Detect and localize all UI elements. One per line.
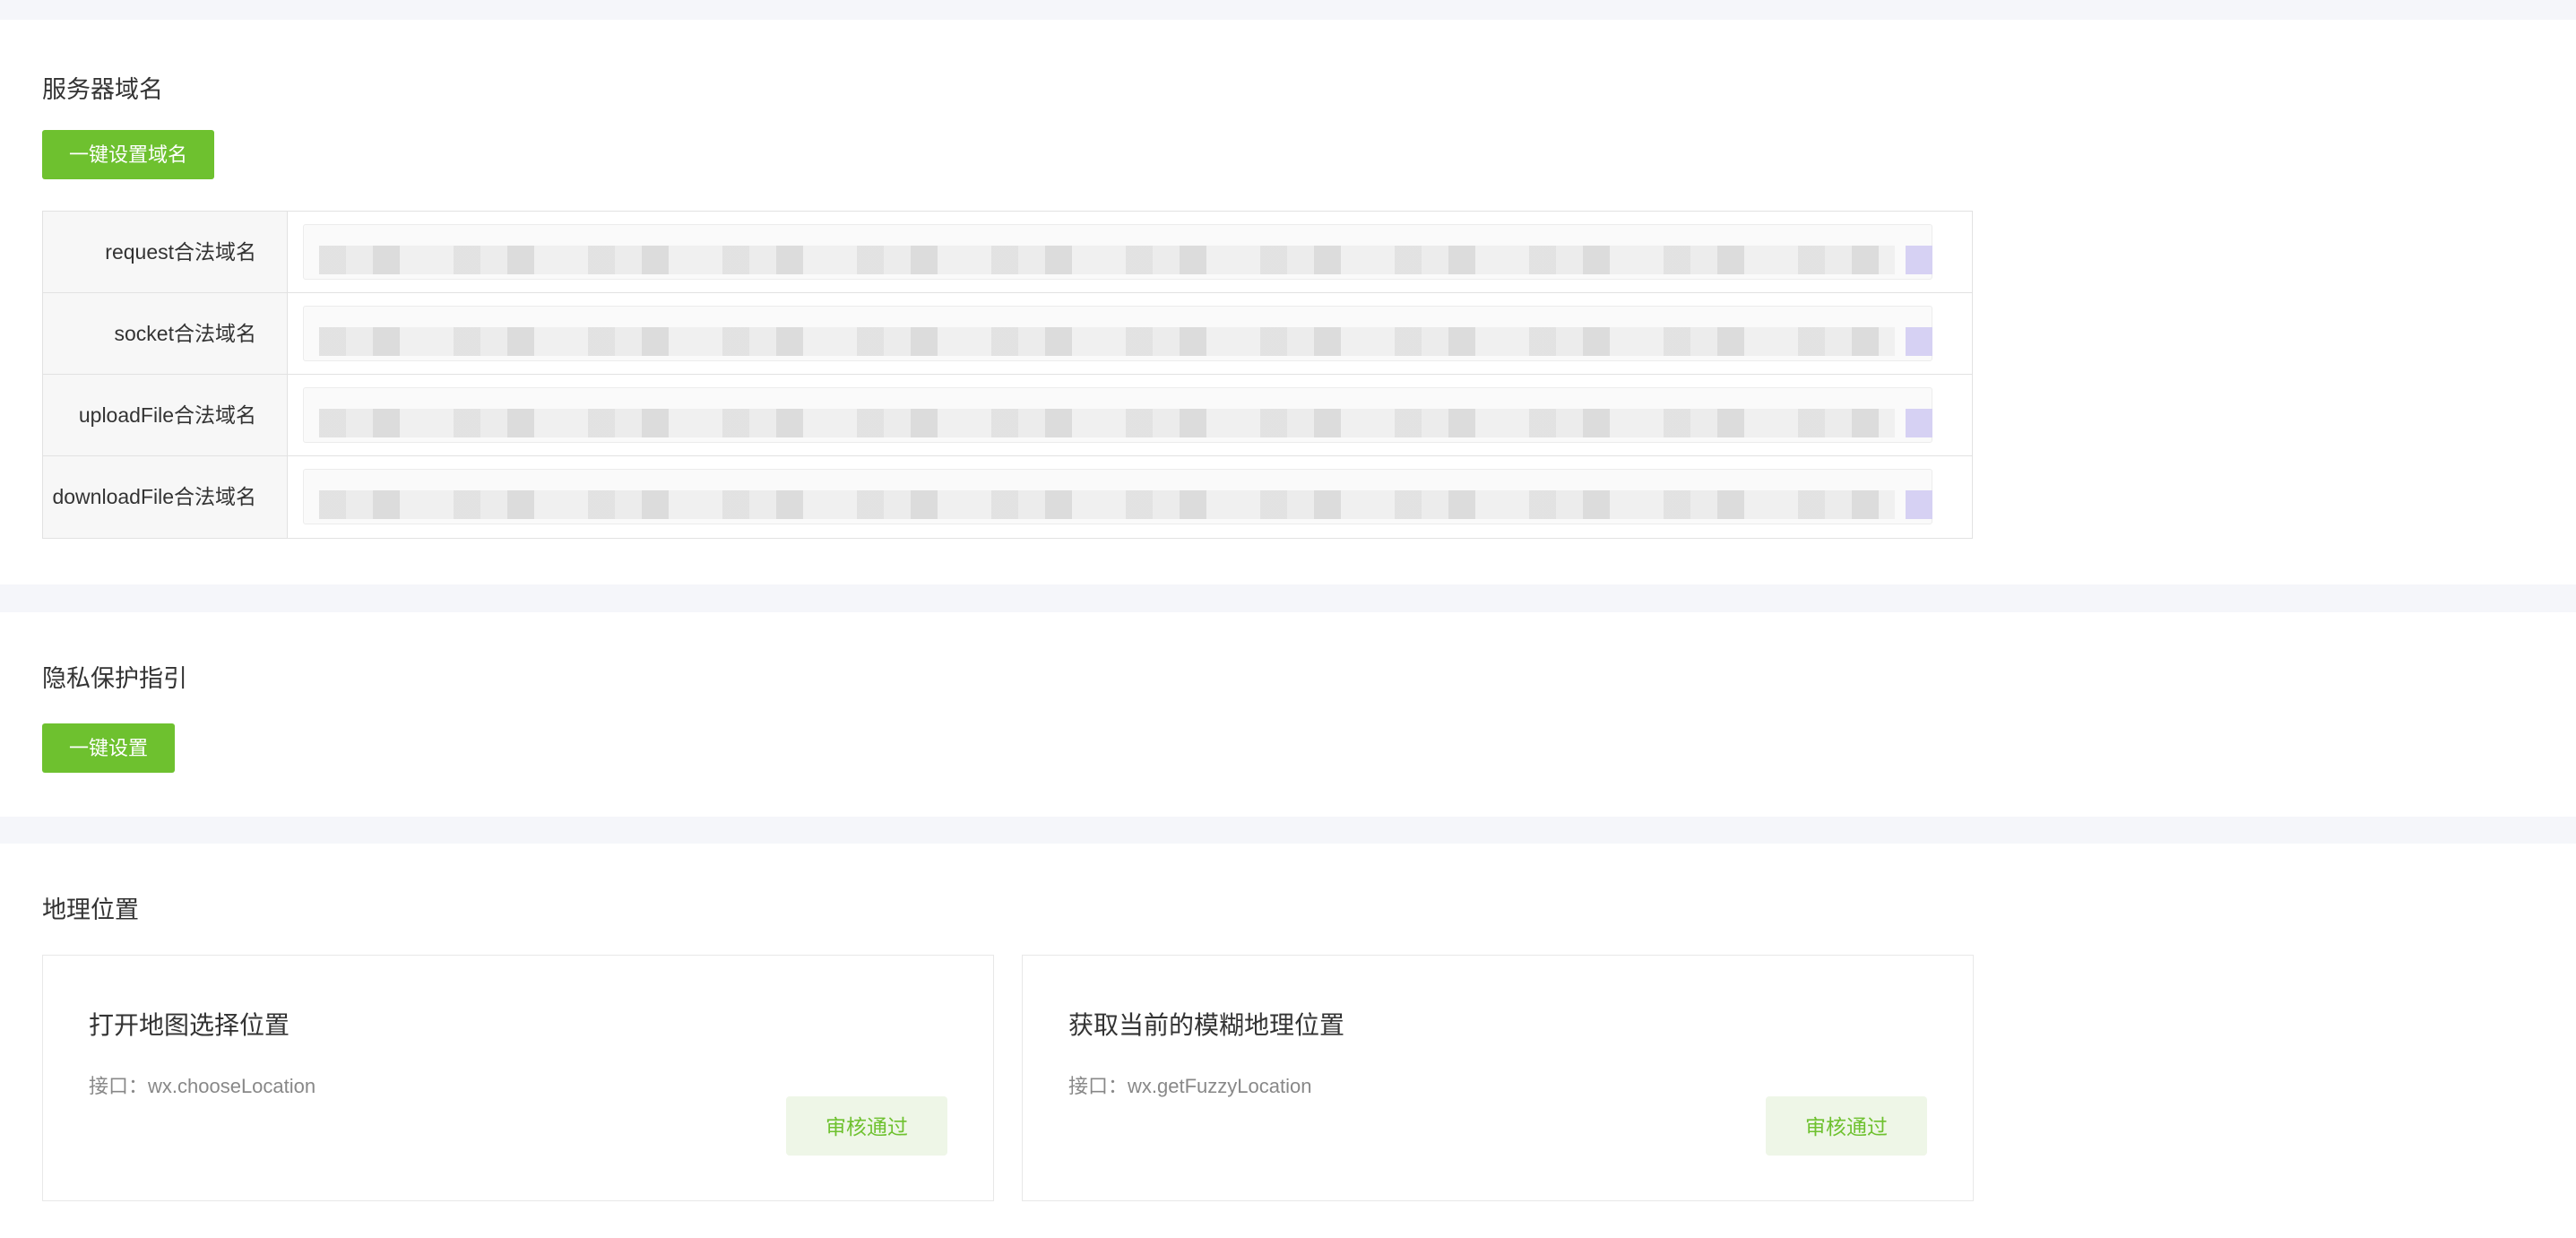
location-title: 地理位置 [42, 896, 139, 923]
redacted-value [319, 327, 1895, 356]
status-approved-button[interactable]: 审核通过 [786, 1096, 947, 1156]
domain-row-label: socket合法域名 [43, 293, 288, 374]
domain-row-label: downloadFile合法域名 [43, 456, 288, 538]
redacted-value [319, 490, 1895, 519]
server-domain-title: 服务器域名 [42, 76, 163, 103]
status-approved-button[interactable]: 审核通过 [1766, 1096, 1927, 1156]
location-card-api: 接口：wx.chooseLocation [89, 1075, 316, 1097]
location-card-title: 获取当前的模糊地理位置 [1068, 1011, 1345, 1039]
domain-table: request合法域名 socket合法域名 uploadFile合法域名 do… [42, 211, 1973, 539]
domain-row-label: uploadFile合法域名 [43, 375, 288, 455]
domain-row-uploadfile: uploadFile合法域名 [43, 375, 1972, 456]
domain-row-downloadfile: downloadFile合法域名 [43, 456, 1972, 538]
privacy-section: 隐私保护指引 一键设置 [0, 612, 2576, 817]
domain-row-label: request合法域名 [43, 212, 288, 292]
domain-row-request: request合法域名 [43, 212, 1972, 293]
redacted-end [1906, 409, 1932, 437]
redacted-value [319, 246, 1895, 274]
location-card-title: 打开地图选择位置 [89, 1011, 290, 1039]
privacy-setup-button[interactable]: 一键设置 [42, 723, 176, 773]
server-domain-section: 服务器域名 一键设置域名 request合法域名 socket合法域名 uplo… [0, 20, 2576, 584]
location-card-fuzzy: 获取当前的模糊地理位置 接口：wx.getFuzzyLocation 审核通过 [1022, 955, 1974, 1201]
privacy-title: 隐私保护指引 [42, 665, 187, 692]
redacted-end [1906, 490, 1932, 519]
redacted-end [1906, 246, 1932, 274]
redacted-value [319, 409, 1895, 437]
location-card-api: 接口：wx.getFuzzyLocation [1068, 1075, 1312, 1097]
location-card-choose: 打开地图选择位置 接口：wx.chooseLocation 审核通过 [42, 955, 994, 1201]
page: 服务器域名 一键设置域名 request合法域名 socket合法域名 uplo… [0, 0, 2576, 1238]
set-domain-button[interactable]: 一键设置域名 [42, 130, 215, 179]
redacted-end [1906, 327, 1932, 356]
domain-row-socket: socket合法域名 [43, 293, 1972, 375]
